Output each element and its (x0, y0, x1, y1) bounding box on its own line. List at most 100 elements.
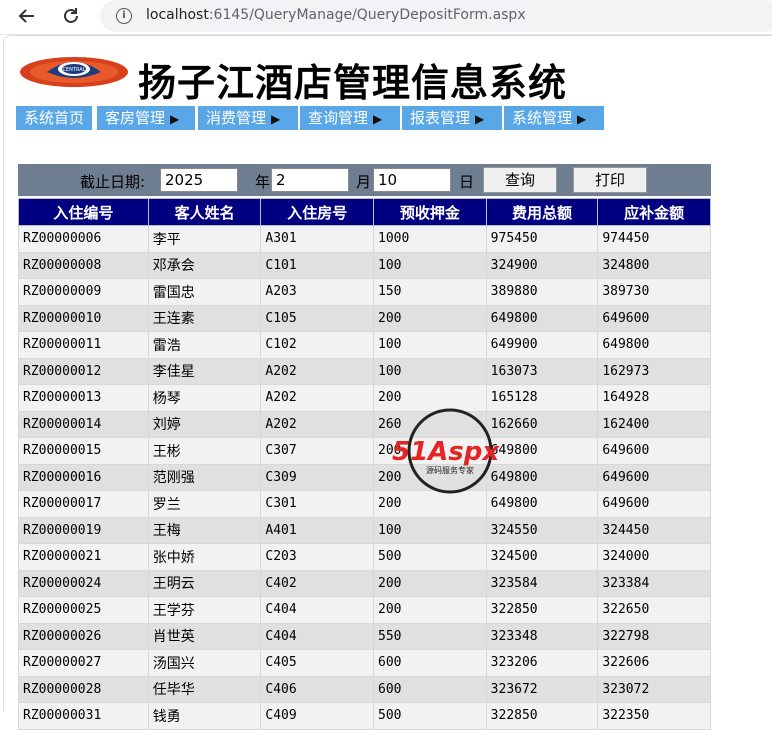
table-row: RZ00000011 雷浩 C102 100 649900 649800 (18, 331, 711, 359)
table-row: RZ00000006 李平 A301 1000 975450 974450 (18, 225, 711, 253)
cell-deposit: 1000 (373, 225, 487, 253)
cell-checkin-id: RZ00000019 (18, 516, 149, 544)
cell-checkin-id: RZ00000016 (18, 463, 149, 491)
cell-amount-due: 324800 (597, 251, 711, 279)
table-row: RZ00000015 王彬 C307 200 649800 649600 (18, 437, 711, 465)
cell-amount-due: 162400 (597, 410, 711, 438)
cell-guest-name: 范刚强 (147, 463, 262, 491)
table-row: RZ00000028 任毕华 C406 600 323672 323072 (18, 675, 711, 703)
cell-guest-name: 雷国忠 (147, 278, 262, 306)
table-row: RZ00000025 王学芬 C404 200 322850 322650 (18, 596, 711, 624)
cell-room-no: A202 (260, 410, 375, 438)
cell-total-cost: 649900 (485, 331, 599, 359)
cell-deposit: 100 (373, 516, 487, 544)
cell-deposit: 100 (373, 357, 487, 385)
cell-room-no: C404 (260, 622, 375, 650)
cell-checkin-id: RZ00000011 (18, 331, 149, 359)
print-button[interactable]: 打印 (573, 167, 647, 193)
submenu-arrow-icon: ▶ (373, 112, 383, 126)
cell-checkin-id: RZ00000021 (18, 543, 149, 571)
query-button[interactable]: 查询 (483, 167, 557, 193)
cell-guest-name: 王明云 (147, 569, 262, 597)
column-header-deposit: 预收押金 (373, 198, 487, 226)
51aspx-watermark: 51Aspx 源码服务专家 (392, 408, 500, 494)
info-icon[interactable]: i (116, 8, 132, 24)
cell-guest-name: 王学芬 (147, 596, 262, 624)
column-header-checkin-id: 入住编号 (18, 198, 149, 226)
table-row: RZ00000016 范刚强 C309 200 649800 649600 (18, 463, 711, 491)
menu-item-rooms[interactable]: 客房管理 ▶ (97, 106, 195, 130)
cell-checkin-id: RZ00000014 (18, 410, 149, 438)
cell-checkin-id: RZ00000010 (18, 304, 149, 332)
browser-toolbar: i localhost:6145/QueryManage/QueryDeposi… (0, 0, 772, 35)
cell-total-cost: 323206 (485, 649, 599, 677)
cell-amount-due: 322350 (597, 702, 711, 730)
table-row: RZ00000019 王梅 A401 100 324550 324450 (18, 516, 711, 544)
cell-guest-name: 张中娇 (147, 543, 262, 571)
reload-button[interactable] (58, 4, 84, 28)
cell-total-cost: 322850 (485, 596, 599, 624)
deposit-table: 入住编号 客人姓名 入住房号 预收押金 费用总额 应补金额 RZ00000006… (18, 198, 711, 730)
cell-amount-due: 162973 (597, 357, 711, 385)
cell-amount-due: 649600 (597, 463, 711, 491)
menu-item-system[interactable]: 系统管理 ▶ (504, 106, 604, 130)
back-button[interactable] (14, 4, 40, 28)
cell-guest-name: 杨琴 (147, 384, 262, 412)
menu-item-consumption[interactable]: 消费管理 ▶ (198, 106, 298, 130)
cell-amount-due: 649800 (597, 331, 711, 359)
cell-amount-due: 389730 (597, 278, 711, 306)
cell-amount-due: 649600 (597, 437, 711, 465)
cell-checkin-id: RZ00000006 (18, 225, 149, 253)
cell-deposit: 150 (373, 278, 487, 306)
cell-checkin-id: RZ00000024 (18, 569, 149, 597)
cell-amount-due: 322798 (597, 622, 711, 650)
cell-deposit: 100 (373, 251, 487, 279)
table-row: RZ00000021 张中娇 C203 500 324500 324000 (18, 543, 711, 571)
cell-room-no: C203 (260, 543, 375, 571)
submenu-arrow-icon: ▶ (577, 112, 587, 126)
submenu-arrow-icon: ▶ (475, 112, 485, 126)
cell-guest-name: 邓承会 (147, 251, 262, 279)
menu-item-reports[interactable]: 报表管理 ▶ (402, 106, 502, 130)
cell-room-no: C309 (260, 463, 375, 491)
year-input[interactable]: 2025 (160, 168, 238, 192)
table-row: RZ00000010 王连素 C105 200 649800 649600 (18, 304, 711, 332)
cell-guest-name: 罗兰 (147, 490, 262, 518)
cell-amount-due: 323072 (597, 675, 711, 703)
cell-room-no: C301 (260, 490, 375, 518)
url-text: localhost:6145/QueryManage/QueryDepositF… (146, 7, 526, 23)
table-body: RZ00000006 李平 A301 1000 975450 974450 RZ000000… (18, 225, 711, 730)
page-content: CENTRAL 扬子江酒店管理信息系统 系统首页 客房管理 ▶ 消费管理 ▶ 查询管… (3, 35, 772, 730)
date-label: 截止日期: (80, 173, 146, 191)
cell-total-cost: 323584 (485, 569, 599, 597)
menu-item-home[interactable]: 系统首页 (16, 106, 92, 130)
cell-checkin-id: RZ00000012 (18, 357, 149, 385)
cell-room-no: C409 (260, 702, 375, 730)
cell-deposit: 600 (373, 649, 487, 677)
cell-guest-name: 任毕华 (147, 675, 262, 703)
cell-room-no: C101 (260, 251, 375, 279)
cell-room-no: A301 (260, 225, 375, 253)
cell-guest-name: 雷浩 (147, 331, 262, 359)
cell-amount-due: 322650 (597, 596, 711, 624)
cell-total-cost: 324550 (485, 516, 599, 544)
cell-room-no: C105 (260, 304, 375, 332)
cell-checkin-id: RZ00000013 (18, 384, 149, 412)
table-row: RZ00000014 刘婷 A202 260 162660 162400 (18, 410, 711, 438)
column-header-guest-name: 客人姓名 (147, 198, 262, 226)
cell-amount-due: 649600 (597, 490, 711, 518)
cell-room-no: C405 (260, 649, 375, 677)
table-row: RZ00000027 汤国兴 C405 600 323206 322606 (18, 649, 711, 677)
cell-total-cost: 324900 (485, 251, 599, 279)
address-bar[interactable]: i localhost:6145/QueryManage/QueryDeposi… (100, 0, 772, 32)
day-input[interactable]: 10 (373, 168, 451, 192)
cell-guest-name: 李佳星 (147, 357, 262, 385)
menu-item-query[interactable]: 查询管理 ▶ (300, 106, 400, 130)
table-row: RZ00000012 李佳星 A202 100 163073 162973 (18, 357, 711, 385)
month-input[interactable]: 2 (271, 168, 349, 192)
cell-amount-due: 974450 (597, 225, 711, 253)
svg-text:51Aspx: 51Aspx (392, 437, 500, 467)
cell-total-cost: 323348 (485, 622, 599, 650)
cell-amount-due: 164928 (597, 384, 711, 412)
cell-deposit: 550 (373, 622, 487, 650)
